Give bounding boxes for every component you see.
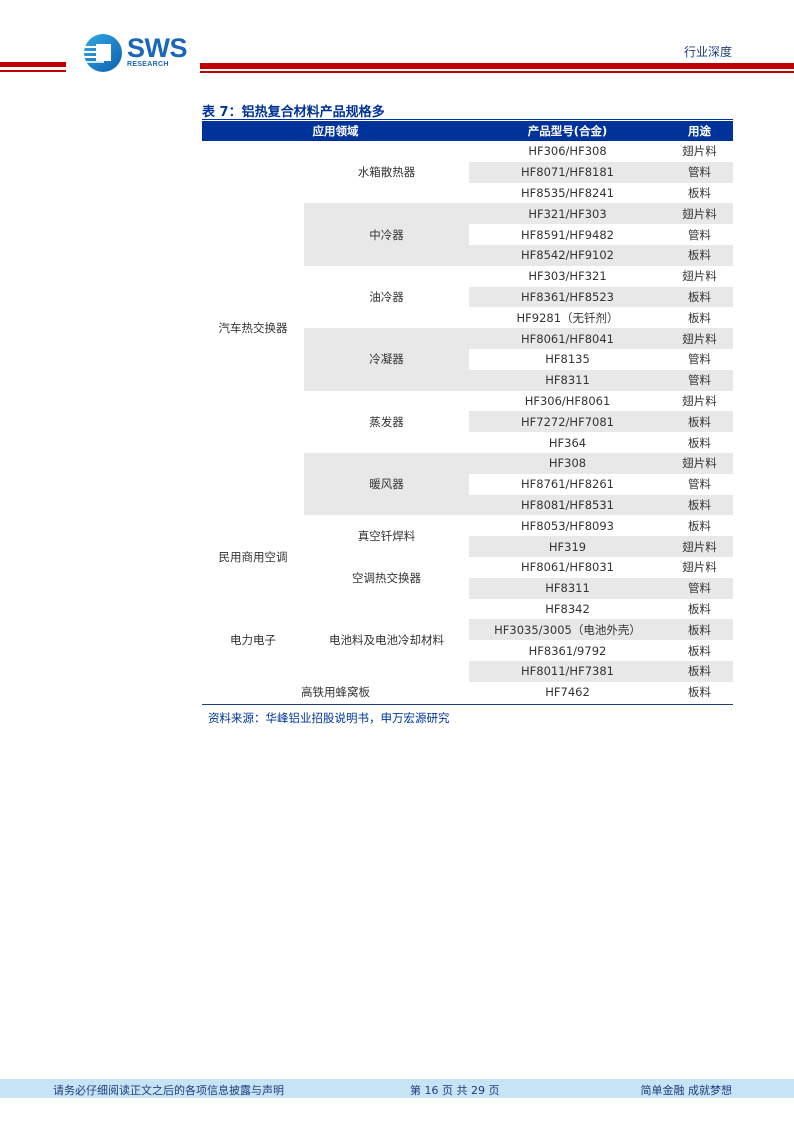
table-row: 电力电子 电池料及电池冷却材料 HF8342 板料 (202, 599, 733, 647)
product-spec-table: 应用领域 产品型号(合金) 用途 汽车热交换器 水箱散热器 HF306/HF308 翅… (202, 121, 733, 703)
model-cell: HF8311 (469, 369, 666, 391)
model-cell: HF303/HF321 (528, 269, 607, 284)
model-cell: HF8342 (545, 601, 590, 616)
model-cell: HF8535/HF8241 (521, 185, 614, 200)
model-cell: HF8011/HF7381 (469, 660, 666, 682)
header-rule-right-thin (200, 71, 794, 73)
category-cell: 电力电子 (230, 633, 276, 648)
header-rule-left (0, 62, 66, 67)
table-title-rule (202, 119, 733, 120)
usage-cell: 翅片料 (666, 536, 733, 557)
model-cell: HF7272/HF7081 (469, 411, 666, 433)
subcategory-cell: 电池料及电池冷却材料 (329, 633, 444, 648)
model-cell: HF364 (548, 435, 587, 450)
logo-text: SWS (127, 33, 188, 63)
table-row: 汽车热交换器 水箱散热器 HF306/HF308 翅片料 (202, 141, 733, 335)
footer-slogan: 简单金融 成就梦想 (640, 1084, 733, 1097)
usage-cell: 翅片料 (682, 393, 717, 408)
document-type-label: 行业深度 (683, 45, 732, 59)
footer-disclaimer: 请务必仔细阅读正文之后的各项信息披露与声明 (53, 1084, 284, 1097)
usage-cell: 管料 (688, 352, 711, 367)
usage-cell: 翅片料 (666, 328, 733, 349)
footer-page-number: 第 16 页 共 29 页 (410, 1084, 500, 1097)
usage-cell: 板料 (666, 619, 733, 641)
model-cell: HF8542/HF9102 (469, 244, 666, 266)
usage-cell: 板料 (688, 310, 711, 325)
usage-cell: 板料 (666, 411, 733, 433)
usage-cell: 管料 (688, 477, 711, 492)
model-cell: HF8053/HF8093 (521, 518, 614, 533)
model-cell: HF8061/HF8031 (521, 560, 614, 575)
model-cell: HF7462 (545, 685, 590, 700)
sws-globe-icon (84, 34, 122, 72)
usage-cell: 板料 (666, 660, 733, 682)
usage-cell: 板料 (688, 435, 711, 450)
usage-cell: 板料 (688, 518, 711, 533)
sws-logo: SWS RESEARCH (83, 33, 193, 73)
column-header-application: 应用领域 (202, 121, 469, 141)
category-cell: 汽车热交换器 (218, 321, 288, 336)
column-header-usage: 用途 (666, 121, 733, 141)
model-cell: HF8591/HF9482 (521, 227, 614, 242)
usage-cell: 板料 (666, 244, 733, 266)
page-footer: 请务必仔细阅读正文之后的各项信息披露与声明 第 16 页 共 29 页 简单金融… (0, 1079, 794, 1098)
usage-cell: 板料 (688, 601, 711, 616)
model-cell: HF319 (469, 536, 666, 557)
usage-cell: 板料 (688, 185, 711, 200)
usage-cell: 板料 (666, 286, 733, 308)
category-cell: 民用商用空调 (218, 549, 288, 564)
usage-cell: 翅片料 (666, 203, 733, 225)
usage-cell: 翅片料 (682, 144, 717, 159)
usage-cell: 管料 (688, 227, 711, 242)
usage-cell: 管料 (666, 161, 733, 183)
model-cell: HF306/HF8061 (524, 393, 611, 408)
table-title: 表 7：铝热复合材料产品规格多 (202, 105, 385, 120)
model-cell: HF8135 (545, 352, 590, 367)
usage-cell: 管料 (666, 577, 733, 599)
usage-cell: 板料 (688, 643, 711, 658)
header-rule-right (200, 63, 794, 69)
model-cell: HF8761/HF8261 (521, 477, 614, 492)
usage-cell: 管料 (666, 369, 733, 391)
model-cell: HF9281（无钎剂） (516, 310, 619, 325)
model-cell: HF308 (469, 452, 666, 474)
subcategory-cell: 中冷器 (304, 203, 469, 266)
column-header-model: 产品型号(合金) (469, 121, 666, 141)
model-cell: HF8361/9792 (528, 643, 607, 658)
subcategory-cell: 冷凝器 (304, 328, 469, 391)
usage-cell: 翅片料 (682, 560, 717, 575)
model-cell: HF8071/HF8181 (469, 161, 666, 183)
subcategory-cell: 暖风器 (304, 452, 469, 516)
model-cell: HF3035/3005（电池外壳） (469, 619, 666, 641)
header-rule-left-thin (0, 70, 66, 72)
model-cell: HF8311 (469, 577, 666, 599)
table-row: 高铁用蜂窝板 HF7462 板料 (202, 682, 733, 703)
subcategory-cell: 空调热交换器 (352, 570, 421, 585)
model-cell: HF8361/HF8523 (469, 286, 666, 308)
model-cell: HF321/HF303 (469, 203, 666, 225)
category-cell: 高铁用蜂窝板 (301, 685, 370, 700)
subcategory-cell: 蒸发器 (369, 414, 404, 429)
subcategory-cell: 真空钎焊料 (357, 529, 416, 544)
usage-cell: 板料 (666, 494, 733, 516)
table-bottom-rule (202, 704, 733, 705)
model-cell: HF8061/HF8041 (469, 328, 666, 349)
subcategory-cell: 油冷器 (369, 289, 404, 304)
table-row: 民用商用空调 真空钎焊料 HF8053/HF8093 板料 (202, 515, 733, 564)
model-cell: HF306/HF308 (528, 144, 607, 159)
table-source-note: 资料来源：华峰铝业招股说明书，申万宏源研究 (208, 711, 450, 725)
usage-cell: 翅片料 (666, 452, 733, 474)
table-header-row: 应用领域 产品型号(合金) 用途 (202, 121, 733, 141)
usage-cell: 翅片料 (682, 269, 717, 284)
usage-cell: 板料 (688, 685, 711, 700)
model-cell: HF8081/HF8531 (469, 494, 666, 516)
subcategory-cell: 水箱散热器 (357, 165, 416, 180)
logo-subtext: RESEARCH (127, 61, 169, 68)
